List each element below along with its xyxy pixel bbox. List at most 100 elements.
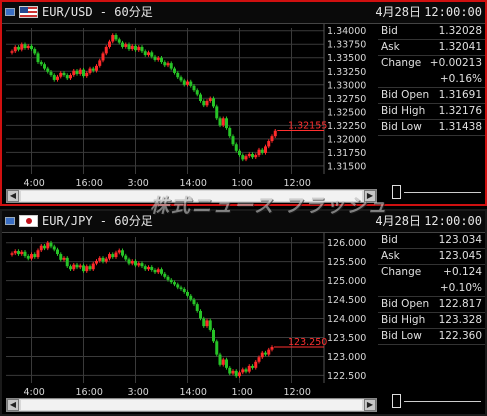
eurusd-chart-window[interactable]: EUR/USD - 60分足 4月28日 12:00:00 1.34000 1.3… [0, 0, 487, 206]
eurjpy-candlestick-chart[interactable]: 126.000 125.500 125.000 124.500 124.000 123.5… [6, 233, 376, 399]
y-tick-label: 1.33250 [327, 67, 366, 78]
y-tick-label: 123.500 [327, 333, 366, 344]
scroll-left-button[interactable]: ◀ [7, 399, 19, 411]
candle-body [153, 269, 157, 273]
quote-time: 12:00:00 [424, 214, 482, 228]
candle-body [260, 352, 264, 358]
window-menu-icon[interactable] [5, 8, 15, 16]
open-row: Bid Open 122.817 [378, 297, 485, 313]
candle-body [59, 72, 63, 77]
candle-body [26, 45, 30, 49]
candle-body [166, 276, 170, 280]
candle-body [202, 318, 206, 327]
candle-body [215, 106, 219, 119]
candle-body [208, 98, 212, 101]
candle-body [62, 72, 66, 76]
zoom-slider-track[interactable] [404, 401, 481, 402]
candle-body [117, 39, 121, 43]
candle-body [273, 130, 277, 137]
candle-body [160, 57, 163, 63]
candle-body [91, 68, 95, 71]
candle-body [137, 46, 141, 51]
high-row: Bid High 1.32176 [378, 104, 485, 121]
candle-body [13, 46, 17, 52]
scroll-thumb[interactable] [21, 191, 362, 201]
candle-body [88, 68, 92, 73]
scroll-thumb[interactable] [21, 400, 362, 410]
high-value: 1.32176 [438, 104, 482, 117]
low-row: Bid Low 122.360 [378, 329, 485, 346]
x-tick-label: 16:00 [76, 178, 103, 189]
scroll-left-button[interactable]: ◀ [7, 190, 19, 202]
candle-body [59, 254, 63, 260]
candle-body [166, 63, 170, 66]
eurusd-candlestick-chart[interactable]: 1.34000 1.33750 1.33500 1.33250 1.33000 1.327… [6, 24, 376, 190]
candle-body [192, 85, 196, 91]
candle-body [257, 149, 261, 156]
zoom-slider[interactable] [388, 183, 483, 201]
us-flag-icon [19, 6, 38, 18]
change-pct-value: +0.10% [439, 281, 482, 294]
candle-body [46, 242, 50, 249]
candle-body [173, 282, 176, 285]
open-value: 1.31691 [438, 88, 482, 101]
zoom-slider[interactable] [388, 392, 483, 410]
candle-body [195, 304, 199, 311]
candle-body [36, 250, 40, 258]
y-tick-label: 1.33750 [327, 40, 366, 51]
eurusd-title-bar[interactable]: EUR/USD - 60分足 4月28日 12:00:00 [2, 2, 485, 24]
candle-body [212, 98, 215, 107]
candle-body [46, 68, 50, 72]
candle-body [267, 349, 271, 355]
bid-value: 1.32028 [438, 25, 482, 37]
candle-body [176, 284, 180, 288]
candle-body [111, 254, 115, 258]
candle-body [17, 251, 20, 255]
chart-scrollbar[interactable]: ◀ ▶ [6, 398, 377, 412]
candle-body [147, 52, 150, 56]
candle-body [36, 53, 40, 63]
bid-value: 123.034 [438, 234, 482, 246]
candle-body [147, 266, 150, 270]
candle-body [20, 44, 24, 50]
x-tick-label: 12:00 [284, 387, 311, 398]
candle-body [56, 76, 59, 80]
y-tick-label: 1.34000 [327, 26, 366, 37]
pair-title: EUR/USD - 60分足 [42, 5, 153, 19]
candle-body [78, 69, 82, 74]
candle-body [182, 288, 186, 292]
y-tick-label: 123.000 [327, 352, 366, 363]
candle-body [78, 265, 82, 268]
candle-body [39, 62, 43, 65]
candle-body [143, 266, 147, 270]
scroll-right-button[interactable]: ▶ [364, 190, 376, 202]
candle-body [104, 46, 108, 54]
zoom-slider-handle[interactable] [392, 394, 401, 408]
candle-body [231, 370, 235, 374]
high-row: Bid High 123.328 [378, 313, 485, 330]
zoom-slider-track[interactable] [404, 192, 481, 193]
candle-body [247, 153, 251, 157]
chart-scrollbar[interactable]: ◀ ▶ [6, 189, 377, 203]
y-tick-label: 1.33000 [327, 80, 366, 91]
candle-body [257, 357, 261, 362]
eurjpy-chart-window[interactable]: EUR/JPY - 60分足 4月28日 12:00:00 126.000 125… [0, 209, 487, 416]
candle-body [13, 251, 17, 254]
candle-body [10, 253, 14, 255]
high-value: 123.328 [438, 313, 482, 326]
window-menu-icon[interactable] [5, 217, 15, 225]
candle-body [199, 94, 202, 101]
change-row: Change +0.00213 [381, 57, 482, 70]
eurjpy-title-bar[interactable]: EUR/JPY - 60分足 4月28日 12:00:00 [2, 211, 485, 233]
scroll-right-button[interactable]: ▶ [364, 399, 376, 411]
candle-body [95, 260, 98, 264]
bid-row: Bid 123.034 [378, 233, 485, 250]
zoom-slider-handle[interactable] [392, 185, 401, 199]
change-value: +0.00213 [429, 57, 482, 70]
candle-body [150, 266, 154, 270]
candle-body [156, 57, 160, 60]
change-value: +0.124 [443, 266, 482, 279]
candle-body [20, 251, 24, 255]
candle-body [264, 146, 267, 153]
candle-body [254, 155, 258, 158]
